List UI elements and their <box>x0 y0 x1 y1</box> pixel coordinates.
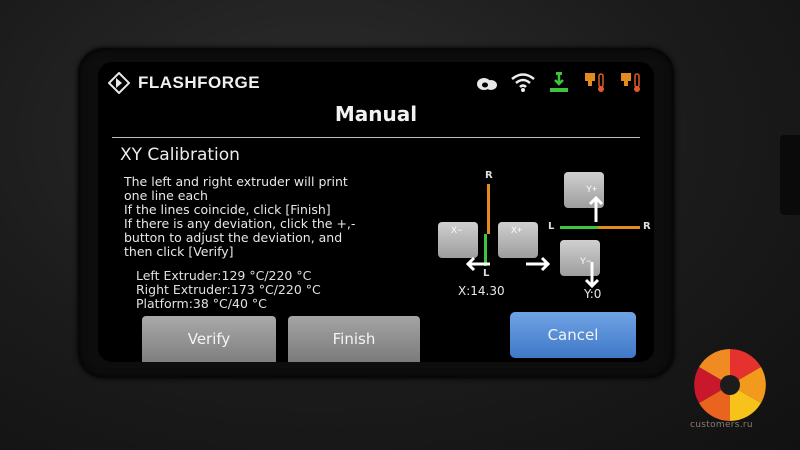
status-bar: FLASHFORGE <box>98 62 654 102</box>
y-axis-right-label: R <box>643 221 651 232</box>
arrow-right-icon <box>526 256 551 272</box>
instruction-line: then click [Verify] <box>124 244 234 259</box>
title-divider <box>112 137 640 138</box>
right-extruder-temp: Right Extruder:173 °C/220 °C <box>136 282 321 297</box>
printer-status-icon[interactable] <box>546 70 572 94</box>
y-axis-line-right <box>598 226 640 229</box>
instruction-line: If there is any deviation, click the +,- <box>124 216 356 231</box>
xy-calibration-widget: R L X− X+ X:14.30 Y+ L R Y− Y:0 <box>428 170 654 310</box>
y-plus-button[interactable]: Y+ <box>564 172 604 222</box>
x-minus-label: X− <box>451 225 463 235</box>
platform-temp: Platform:38 °C/40 °C <box>136 296 267 311</box>
touchscreen: FLASHFORGE Manual XY Calibration The lef… <box>98 62 654 362</box>
page-title: Manual <box>334 102 418 126</box>
instruction-line: one line each <box>124 188 208 203</box>
watermark-text: customers.ru <box>690 420 753 430</box>
x-plus-label: X+ <box>511 225 523 235</box>
x-plus-button[interactable]: X+ <box>498 222 551 272</box>
y-axis-line-left <box>560 226 598 229</box>
cancel-button[interactable]: Cancel <box>510 312 636 358</box>
y-axis-left-label: L <box>548 221 555 232</box>
cloud-icon[interactable] <box>474 70 500 94</box>
instruction-line: The left and right extruder will print <box>124 174 348 189</box>
x-minus-button[interactable]: X− <box>438 222 490 272</box>
status-icons <box>474 70 644 94</box>
section-title: XY Calibration <box>120 145 240 165</box>
brand-name: FLASHFORGE <box>138 73 261 92</box>
x-axis-line <box>487 184 490 234</box>
right-extruder-temp-icon[interactable] <box>618 70 644 94</box>
arrow-left-icon <box>465 256 490 272</box>
left-extruder-temp: Left Extruder:129 °C/220 °C <box>136 268 312 283</box>
left-extruder-temp-icon[interactable] <box>582 70 608 94</box>
printer-front-panel: FLASHFORGE Manual XY Calibration The lef… <box>0 0 800 450</box>
y-plus-label: Y+ <box>586 184 598 194</box>
instructions-text: The left and right extruder will print o… <box>124 175 414 259</box>
wifi-icon[interactable] <box>510 70 536 94</box>
y-minus-label: Y− <box>580 256 592 266</box>
temperature-readouts: Left Extruder:129 °C/220 °C Right Extrud… <box>136 269 321 311</box>
y-minus-button[interactable]: Y− <box>560 240 600 289</box>
instruction-line: button to adjust the deviation, and <box>124 230 343 245</box>
side-slot <box>780 135 800 215</box>
flashforge-logo-icon <box>108 72 130 94</box>
arrow-up-icon <box>588 195 604 222</box>
brand-logo: FLASHFORGE <box>108 72 260 94</box>
y-offset-readout: Y:0 <box>584 287 602 301</box>
finish-button[interactable]: Finish <box>288 316 420 362</box>
verify-button[interactable]: Verify <box>142 316 276 362</box>
x-offset-readout: X:14.30 <box>458 284 505 298</box>
x-axis-top-label: R <box>485 170 493 181</box>
instruction-line: If the lines coincide, click [Finish] <box>124 202 331 217</box>
